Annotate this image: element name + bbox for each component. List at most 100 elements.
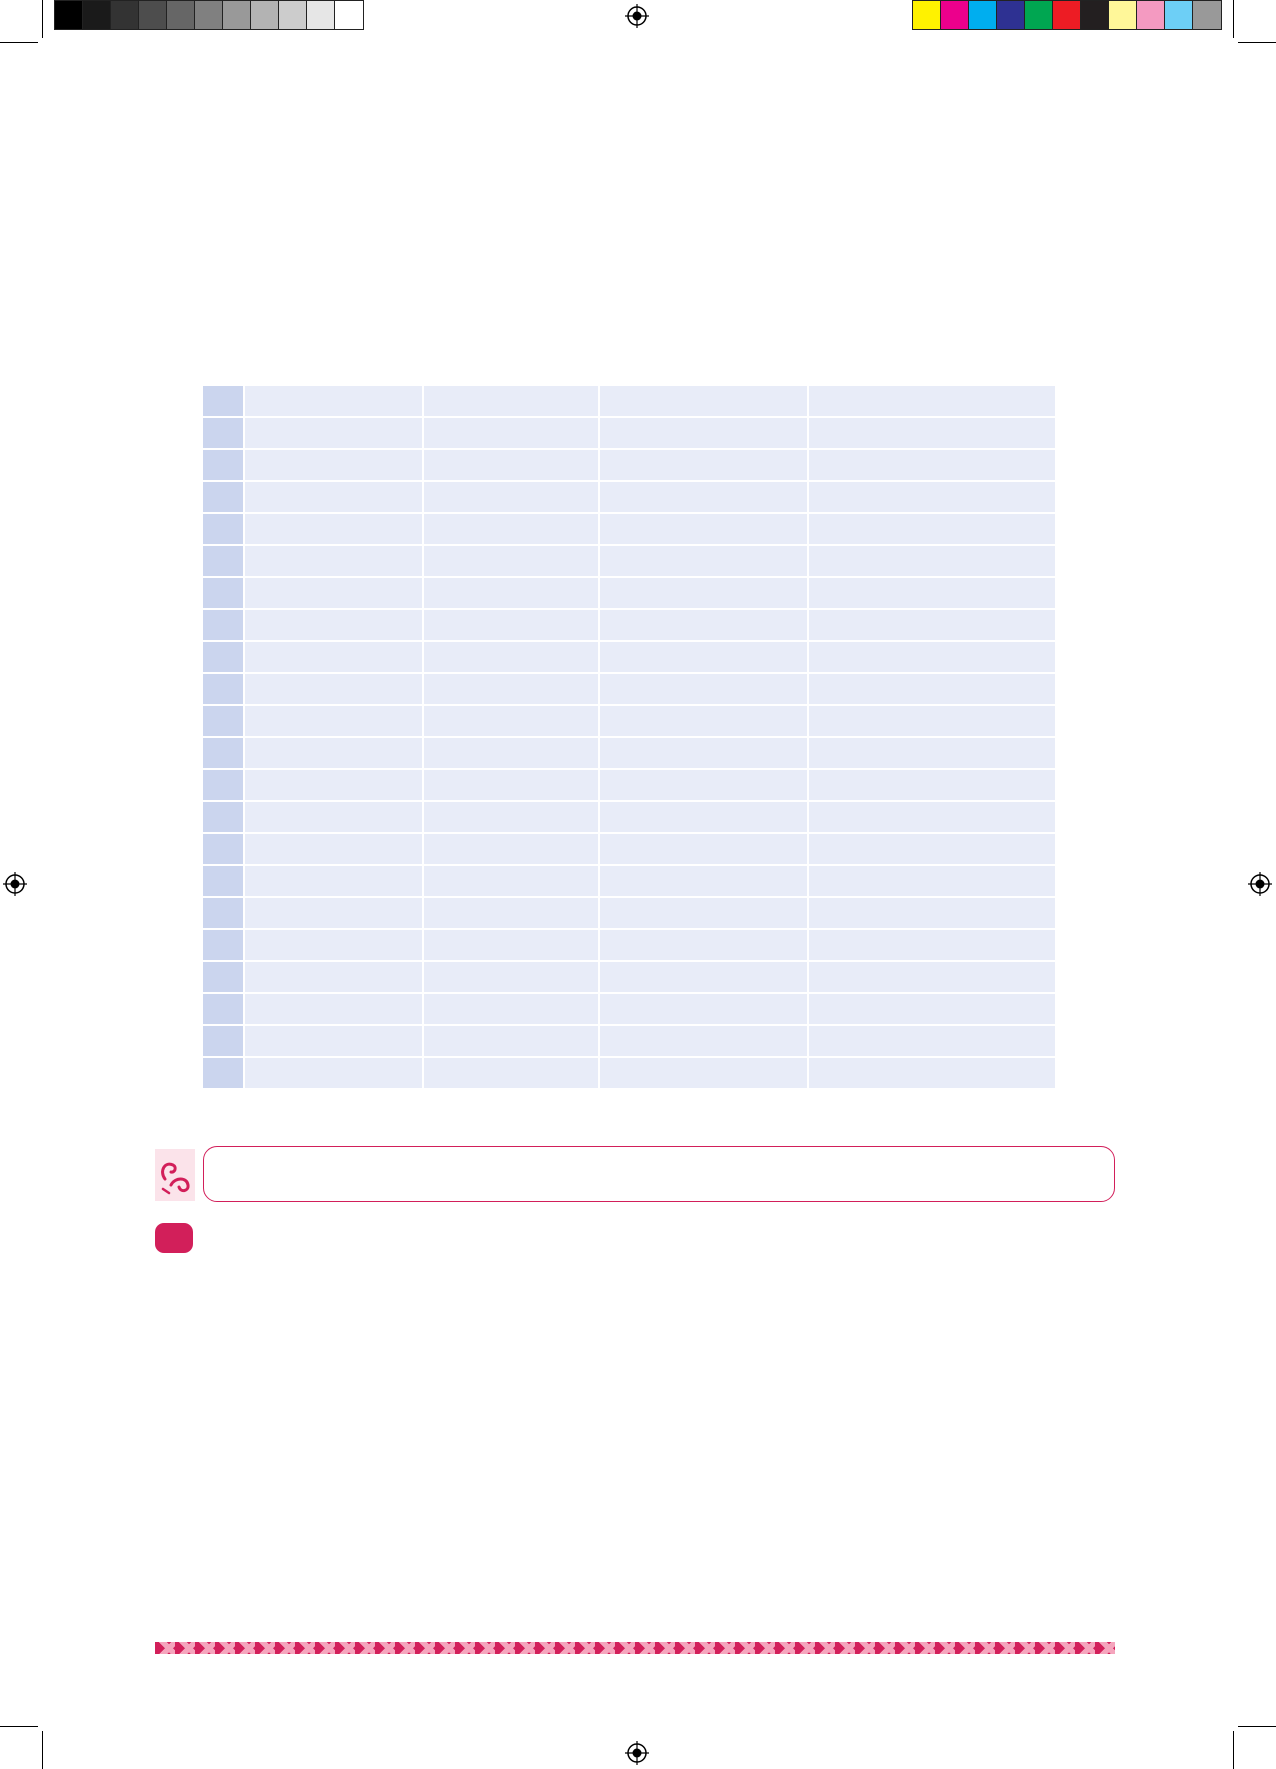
table-cell	[809, 1058, 1055, 1090]
color-swatch	[139, 1, 167, 29]
color-swatch	[1137, 1, 1165, 29]
table-cell	[809, 770, 1055, 802]
table-row-header-cell	[203, 962, 245, 994]
table-cell	[809, 482, 1055, 514]
table-cell	[424, 642, 600, 674]
table-cell	[245, 482, 424, 514]
table-row-header-cell	[203, 1058, 245, 1090]
table-cell	[600, 834, 809, 866]
table-cell	[809, 674, 1055, 706]
table-cell	[809, 386, 1055, 418]
table-cell	[600, 674, 809, 706]
color-swatch	[279, 1, 307, 29]
color-swatch	[941, 1, 969, 29]
registration-mark-icon	[3, 872, 27, 896]
table-cell	[424, 706, 600, 738]
crop-mark-bottom-right-h	[1238, 1726, 1276, 1727]
table-cell	[809, 738, 1055, 770]
table-row-header-cell	[203, 674, 245, 706]
table-cell	[600, 706, 809, 738]
table-cell	[809, 834, 1055, 866]
table-row-header-cell	[203, 642, 245, 674]
table-row-header-cell	[203, 546, 245, 578]
table-row-header-cell	[203, 930, 245, 962]
table-cell	[245, 610, 424, 642]
section-bullet-marker	[155, 1223, 193, 1253]
table-cell	[424, 834, 600, 866]
color-swatch	[913, 1, 941, 29]
table-cell	[424, 418, 600, 450]
table-cell	[424, 962, 600, 994]
table-cell	[424, 770, 600, 802]
table-cell	[424, 514, 600, 546]
table-cell	[424, 482, 600, 514]
note-icon-container	[155, 1149, 195, 1201]
table-cell	[600, 802, 809, 834]
table-cell	[245, 578, 424, 610]
table-cell	[600, 962, 809, 994]
color-swatch	[307, 1, 335, 29]
table-cell	[600, 930, 809, 962]
table-cell	[600, 738, 809, 770]
crop-mark-bottom-right-v	[1233, 1731, 1234, 1769]
color-swatch	[223, 1, 251, 29]
color-swatch	[167, 1, 195, 29]
table-cell	[245, 450, 424, 482]
table-row-header-cell	[203, 770, 245, 802]
table-cell	[600, 866, 809, 898]
color-swatch	[83, 1, 111, 29]
table-cell	[245, 930, 424, 962]
table-row-header-cell	[203, 738, 245, 770]
table-cell	[809, 514, 1055, 546]
table-cell	[809, 418, 1055, 450]
table-cell	[424, 898, 600, 930]
table-cell	[600, 418, 809, 450]
table-cell	[245, 962, 424, 994]
table-cell	[600, 898, 809, 930]
table-cell	[245, 994, 424, 1026]
table-cell	[600, 578, 809, 610]
color-calibration-bar	[912, 0, 1222, 30]
table-cell	[809, 994, 1055, 1026]
grayscale-calibration-bar	[54, 0, 364, 30]
table-cell	[245, 386, 424, 418]
note-box	[203, 1146, 1115, 1202]
table-cell	[600, 1058, 809, 1090]
table-cell	[809, 546, 1055, 578]
registration-mark-icon	[625, 1741, 649, 1765]
table-cell	[809, 450, 1055, 482]
table-cell	[245, 514, 424, 546]
table-cell	[245, 674, 424, 706]
color-swatch	[195, 1, 223, 29]
footer-decorative-stripe	[155, 1642, 1115, 1654]
table-row-header-cell	[203, 866, 245, 898]
table-cell	[809, 866, 1055, 898]
color-swatch	[251, 1, 279, 29]
table-row-header-cell	[203, 418, 245, 450]
registration-mark-icon	[1248, 872, 1272, 896]
table-cell	[600, 450, 809, 482]
table-cell	[245, 898, 424, 930]
table-cell	[245, 770, 424, 802]
table-cell	[245, 802, 424, 834]
table-row-header-cell	[203, 482, 245, 514]
table-row-header-cell	[203, 386, 245, 418]
table-cell	[424, 930, 600, 962]
color-swatch	[969, 1, 997, 29]
crop-mark-bottom-left-v	[42, 1731, 43, 1769]
table-cell	[600, 642, 809, 674]
table-cell	[809, 1026, 1055, 1058]
registration-mark-icon	[625, 4, 649, 28]
table-cell	[424, 866, 600, 898]
table-cell	[245, 642, 424, 674]
color-swatch	[1025, 1, 1053, 29]
table-cell	[600, 610, 809, 642]
table-cell	[809, 610, 1055, 642]
color-swatch	[335, 1, 363, 29]
empty-table	[203, 386, 1059, 1090]
color-swatch	[55, 1, 83, 29]
table-cell	[245, 1058, 424, 1090]
table-cell	[600, 546, 809, 578]
table-row-header-cell	[203, 898, 245, 930]
table-cell	[245, 834, 424, 866]
